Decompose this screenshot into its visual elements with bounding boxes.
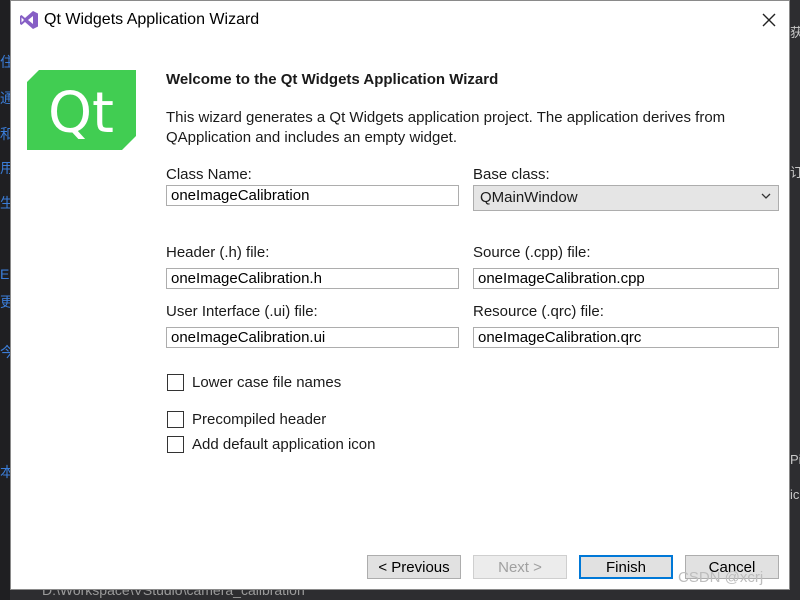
default-icon-label: Add default application icon <box>192 436 376 453</box>
background-glyph: E <box>0 266 10 282</box>
ui-file-input[interactable] <box>166 327 459 348</box>
next-button[interactable]: Next > <box>473 555 567 579</box>
ui-file-label: User Interface (.ui) file: <box>166 303 318 320</box>
precompiled-header-option[interactable]: Precompiled header <box>167 411 326 428</box>
wizard-description: This wizard generates a Qt Widgets appli… <box>166 109 726 146</box>
base-class-select[interactable]: QMainWindow <box>473 185 779 211</box>
source-file-input[interactable] <box>473 268 779 289</box>
base-class-label: Base class: <box>473 166 550 183</box>
header-file-label: Header (.h) file: <box>166 244 270 261</box>
dialog-title: Qt Widgets Application Wizard <box>44 11 260 28</box>
class-name-input[interactable] <box>166 185 459 206</box>
source-file-label: Source (.cpp) file: <box>473 244 591 261</box>
qt-logo-text: Qt <box>48 81 114 146</box>
csdn-watermark: CSDN @xcrj <box>678 569 764 586</box>
class-name-label: Class Name: <box>166 166 252 183</box>
wizard-content: Qt Welcome to the Qt Widgets Application… <box>11 39 789 589</box>
lower-case-checkbox[interactable] <box>167 374 184 391</box>
close-icon <box>762 13 776 27</box>
qt-logo: Qt <box>27 70 136 150</box>
title-bar[interactable]: Qt Widgets Application Wizard <box>11 1 789 39</box>
background-glyph: ic <box>790 487 800 502</box>
background-glyph: 订 <box>790 165 800 180</box>
chevron-down-icon <box>761 193 771 199</box>
precompiled-header-checkbox[interactable] <box>167 411 184 428</box>
default-icon-checkbox[interactable] <box>167 436 184 453</box>
background-left-strip: 住 通 和 用 生 E 更 今 本 <box>0 0 14 600</box>
precompiled-header-label: Precompiled header <box>192 411 327 428</box>
default-icon-option[interactable]: Add default application icon <box>167 436 375 453</box>
previous-button[interactable]: < Previous <box>367 555 461 579</box>
resource-file-input[interactable] <box>473 327 779 348</box>
resource-file-label: Resource (.qrc) file: <box>473 303 604 320</box>
finish-button[interactable]: Finish <box>579 555 673 579</box>
base-class-value: QMainWindow <box>480 189 578 206</box>
header-file-input[interactable] <box>166 268 459 289</box>
lower-case-label: Lower case file names <box>192 374 342 391</box>
background-glyph: 获 <box>790 25 800 40</box>
lower-case-option[interactable]: Lower case file names <box>167 374 341 391</box>
wizard-dialog: Qt Widgets Application Wizard Qt Welcome… <box>10 0 790 590</box>
wizard-heading: Welcome to the Qt Widgets Application Wi… <box>166 71 499 88</box>
visual-studio-icon <box>20 11 38 29</box>
close-button[interactable] <box>755 7 783 33</box>
background-glyph: Pi <box>790 452 800 467</box>
background-right-strip: 获 订 Pi ic <box>790 0 800 600</box>
